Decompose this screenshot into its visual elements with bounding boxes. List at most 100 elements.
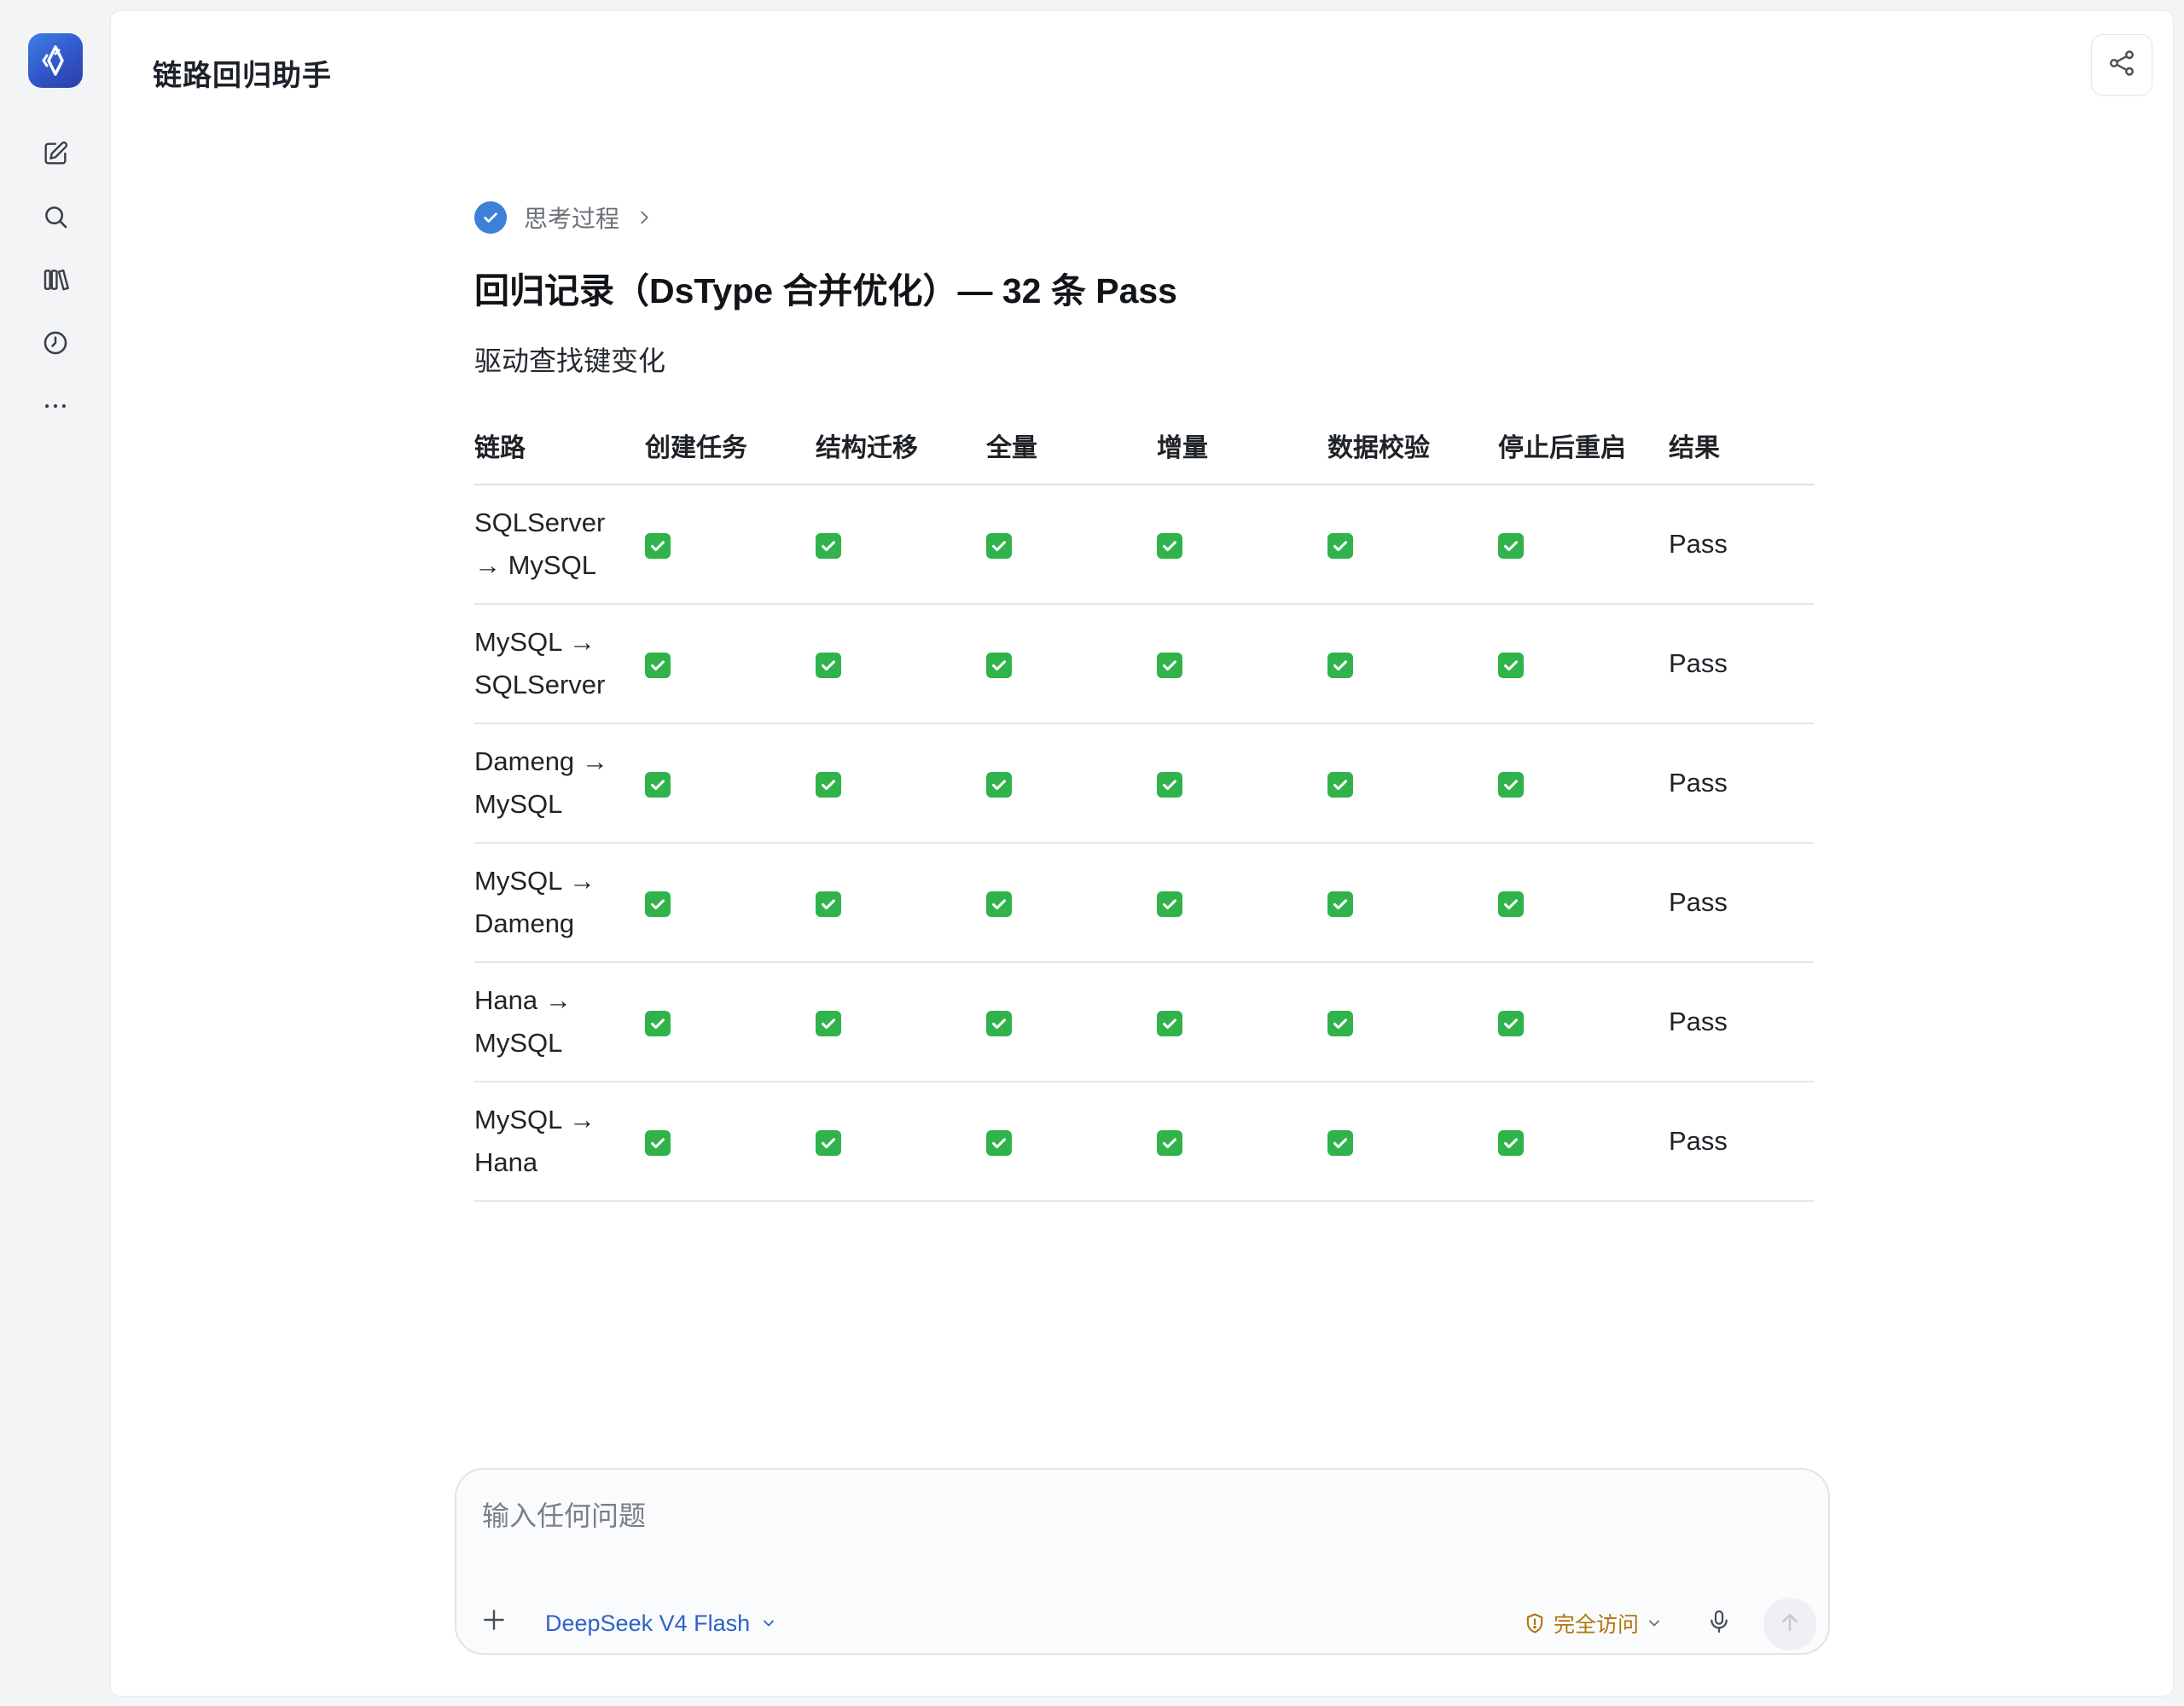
model-select[interactable]: DeepSeek V4 Flash [545,1606,777,1640]
check-box-icon [645,1129,671,1156]
thinking-toggle[interactable]: 思考过程 [474,199,1814,236]
chevron-right-icon [635,208,653,227]
send-button[interactable] [1763,1598,1816,1651]
check-box-icon [986,891,1012,917]
column-header: 创建任务 [645,414,816,485]
app-logo-icon[interactable] [27,33,83,88]
table-row: MySQL → Dameng Pass [474,843,1814,963]
check-box-icon [1327,652,1353,678]
check-box-icon [986,1010,1012,1036]
check-box-icon [816,532,841,559]
check-cell [816,843,986,963]
check-box-icon [1327,891,1353,917]
check-box-icon [645,1010,671,1036]
column-header: 数据校验 [1327,414,1498,485]
table-row: Dameng → MySQL Pass [474,723,1814,844]
assistant-message: 思考过程 回归记录（DsType 合并优化）— 32 条 Pass 驱动查找键变… [474,199,1814,1202]
check-box-icon [645,771,671,798]
check-box-icon [645,532,671,559]
check-box-icon [1327,1129,1353,1156]
check-cell [1498,485,1669,605]
result-cell: Pass [1669,843,1814,963]
check-cell [1157,962,1327,1082]
table-row: Hana → MySQL Pass [474,962,1814,1082]
result-cell: Pass [1669,962,1814,1082]
check-cell [816,723,986,844]
check-cell [1498,962,1669,1082]
check-cell [816,604,986,724]
model-label: DeepSeek V4 Flash [545,1610,751,1636]
check-box-icon [986,771,1012,798]
more-icon [41,392,70,425]
check-box-icon [645,891,671,917]
history-button[interactable] [32,321,79,368]
check-box-icon [1157,891,1182,917]
history-icon [41,328,70,362]
library-button[interactable] [32,258,79,305]
check-box-icon [1498,532,1524,559]
check-box-icon [1327,771,1353,798]
check-box-icon [1157,1010,1182,1036]
new-chat-button[interactable] [32,131,79,179]
check-cell [986,723,1157,844]
check-cell [645,1082,816,1202]
column-header: 增量 [1157,414,1327,485]
column-header: 链路 [474,414,645,485]
check-box-icon [1498,891,1524,917]
share-icon [2106,48,2137,83]
check-box-icon [1157,1129,1182,1156]
check-cell [645,604,816,724]
result-cell: Pass [1669,604,1814,724]
check-circle-icon [474,201,507,234]
plus-icon [480,1606,508,1638]
new-chat-icon [41,139,70,172]
check-box-icon [1498,771,1524,798]
microphone-icon [1705,1606,1733,1641]
thinking-label: 思考过程 [524,206,620,232]
search-icon [41,202,70,235]
check-cell [645,843,816,963]
share-button[interactable] [2091,34,2152,96]
check-box-icon [986,532,1012,559]
check-cell [645,723,816,844]
chevron-down-icon [760,1615,777,1632]
check-box-icon [816,891,841,917]
voice-input-button[interactable] [1702,1604,1736,1642]
attach-button[interactable] [477,1604,511,1639]
check-box-icon [1327,1010,1353,1036]
table-row: MySQL → SQLServer Pass [474,604,1814,724]
check-cell [645,485,816,605]
check-cell [1327,485,1498,605]
check-cell [1327,604,1498,724]
check-box-icon [1157,532,1182,559]
check-box-icon [1157,652,1182,678]
message-input[interactable] [482,1500,1676,1532]
link-cell: MySQL → Dameng [474,843,645,963]
message-subheading: 驱动查找键变化 [474,345,666,376]
table-row: MySQL → Hana Pass [474,1082,1814,1202]
check-cell [1498,843,1669,963]
access-mode-select[interactable]: 完全访问 [1523,1606,1663,1640]
check-cell [1327,843,1498,963]
check-cell [1157,604,1327,724]
check-box-icon [1498,1129,1524,1156]
search-button[interactable] [32,194,79,242]
column-header: 结果 [1669,414,1814,485]
check-cell [1327,1082,1498,1202]
more-button[interactable] [32,384,79,432]
check-box-icon [645,652,671,678]
result-cell: Pass [1669,485,1814,605]
check-box-icon [986,652,1012,678]
result-cell: Pass [1669,1082,1814,1202]
chevron-down-icon [1646,1615,1663,1632]
arrow-up-icon [1777,1610,1803,1639]
check-cell [816,962,986,1082]
link-cell: SQLServer → MySQL [474,485,645,605]
column-header: 全量 [986,414,1157,485]
check-box-icon [816,652,841,678]
check-cell [1157,723,1327,844]
library-icon [41,265,70,299]
check-cell [816,485,986,605]
table-header-row: 链路 创建任务 结构迁移 全量 增量 数据校验 停止后重启 结果 [474,414,1814,485]
composer: DeepSeek V4 Flash 完全访问 [455,1468,1830,1655]
